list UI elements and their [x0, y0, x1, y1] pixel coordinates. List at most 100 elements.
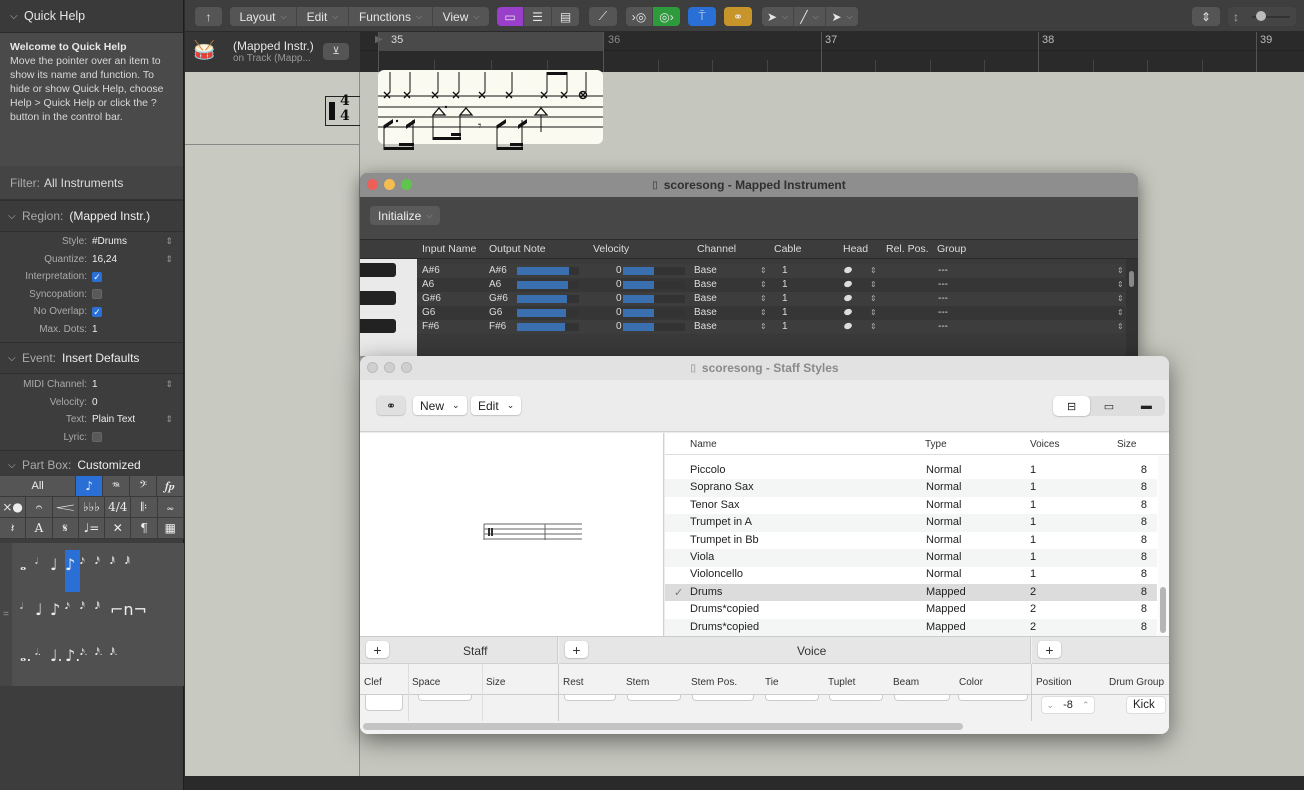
quantize-row[interactable]: Quantize: 16,24 ⇕ — [0, 251, 183, 269]
staff-style-row[interactable]: Trumpet in Bb Normal 1 8 — [665, 532, 1157, 550]
edit-menu[interactable]: Edit ⌄ — [471, 396, 522, 415]
column-header[interactable]: Head — [843, 243, 868, 255]
note-value-button[interactable]: ⌐n¬ — [110, 600, 147, 619]
head-stepper-icon[interactable]: ⇕ — [870, 308, 877, 317]
scroll-thumb[interactable] — [1129, 271, 1134, 287]
bar-ruler[interactable]: ▶ 35 36 37 38 39 — [360, 32, 1304, 72]
minimize-button[interactable] — [384, 179, 395, 190]
automation-button[interactable]: ⟋ — [589, 7, 617, 26]
new-menu[interactable]: New ⌄ — [413, 396, 467, 415]
position-stepper[interactable]: ⌄ -8 ⌃ — [1041, 696, 1095, 714]
column-header[interactable]: Type — [925, 439, 947, 450]
channel-stepper-icon[interactable]: ⇕ — [760, 322, 767, 331]
stem-popup[interactable] — [627, 695, 681, 701]
part-box-time-signature-icon[interactable]: 4/4 — [105, 497, 132, 518]
text-row[interactable]: Text: Plain Text ⇕ — [0, 411, 183, 429]
column-header[interactable]: Voices — [1030, 439, 1059, 450]
region-section-header[interactable]: ⌵ Region: (Mapped Instr.) — [0, 200, 183, 232]
layout-bottom-button[interactable]: ▬ — [1128, 396, 1165, 416]
black-key[interactable] — [360, 291, 396, 305]
group-stepper-icon[interactable]: ⇕ — [1117, 266, 1124, 275]
part-box-rest-icon[interactable]: 𝄽 — [0, 518, 27, 539]
clef-selector[interactable] — [365, 695, 403, 711]
part-box-all-button[interactable]: All — [0, 476, 77, 497]
note-value-button[interactable]: 𝅘𝅥𝅰 — [95, 557, 100, 567]
channel-stepper-icon[interactable]: ⇕ — [760, 266, 767, 275]
column-header[interactable]: Size — [1117, 439, 1136, 450]
close-button[interactable] — [367, 179, 378, 190]
part-box-resize-handle[interactable]: = — [0, 543, 12, 686]
drum-group-popup[interactable]: Kick — [1126, 696, 1166, 714]
note-value-button[interactable]: ♪. — [65, 646, 80, 665]
window-title-bar[interactable]: ▯ scoresong - Staff Styles — [360, 356, 1169, 380]
part-box-fermata-icon[interactable]: 𝄐 — [26, 497, 53, 518]
note-value-button[interactable]: ♩ — [35, 600, 43, 619]
velocity-bar[interactable] — [623, 309, 685, 317]
edit-menu[interactable]: Edit ⌵ — [297, 7, 349, 26]
event-section-header[interactable]: ⌵ Event: Insert Defaults — [0, 342, 183, 374]
staff-style-row[interactable]: Drums*copied Mapped 2 8 — [665, 618, 1157, 637]
initialize-menu[interactable]: Initialize ⌵ — [370, 206, 441, 225]
zoom-button[interactable] — [401, 362, 412, 373]
scroll-thumb[interactable] — [1160, 587, 1166, 633]
output-note-bar[interactable] — [517, 295, 579, 303]
staff-style-row[interactable]: Trumpet in A Normal 1 8 — [665, 514, 1157, 532]
stepper-icon[interactable]: ⇕ — [165, 379, 173, 390]
stepper-icon[interactable]: ⇕ — [165, 236, 173, 247]
pencil-tool-menu[interactable]: ╱ ⌵ — [794, 7, 826, 26]
minimize-button[interactable] — [384, 362, 395, 373]
part-box-hairpin-icon[interactable]: 𝆒 — [52, 497, 79, 518]
head-stepper-icon[interactable]: ⇕ — [870, 322, 877, 331]
link-button[interactable]: ⚭ — [377, 396, 405, 415]
head-stepper-icon[interactable]: ⇕ — [870, 266, 877, 275]
note-value-button[interactable]: 𝅗𝅥 — [35, 557, 38, 567]
note-value-button[interactable]: 𝅘𝅥𝅱 — [110, 557, 115, 567]
black-key[interactable] — [360, 319, 396, 333]
channel-stepper-icon[interactable]: ⇕ — [760, 280, 767, 289]
interpretation-checkbox[interactable] — [92, 271, 102, 282]
midi-out-button[interactable]: ◎› — [653, 7, 680, 26]
text-value[interactable]: Plain Text — [92, 414, 135, 425]
mapping-row[interactable]: G6 G6 0 Base 1 --- ⇕ ⇕ ⇕ — [417, 306, 1125, 320]
style-row[interactable]: Style: #Drums ⇕ — [0, 233, 183, 251]
staff-style-row[interactable]: ✓ Drums Mapped 2 8 — [665, 583, 1157, 602]
part-box-notes-icon[interactable]: ♪ — [76, 476, 104, 497]
quick-help-header[interactable]: ⌵ Quick Help — [0, 0, 183, 33]
part-box-paragraph-icon[interactable]: ¶ — [131, 518, 158, 539]
close-button[interactable] — [367, 362, 378, 373]
score-region[interactable]: 𝄾 — [378, 70, 603, 150]
stepper-icon[interactable]: ⇕ — [165, 254, 173, 265]
zoom-button[interactable] — [401, 179, 412, 190]
velocity-bar[interactable] — [623, 295, 685, 303]
part-box-pedal-icon[interactable]: 𝆮 — [103, 476, 131, 497]
part-box-clef-icon[interactable]: 𝄢 — [130, 476, 158, 497]
column-header[interactable]: Input Name — [422, 243, 476, 255]
window-title-bar[interactable]: ▯ scoresong - Mapped Instrument — [360, 173, 1138, 197]
velocity-bar[interactable] — [623, 267, 685, 275]
beam-popup[interactable] — [894, 695, 950, 701]
lyric-checkbox[interactable] — [92, 432, 102, 443]
output-note-bar[interactable] — [517, 281, 579, 289]
output-note-bar[interactable] — [517, 309, 579, 317]
download-button[interactable]: ⊻ — [323, 43, 349, 60]
cycle-region[interactable] — [378, 32, 603, 51]
slider-thumb[interactable] — [1256, 11, 1266, 21]
column-header[interactable]: Group — [937, 243, 966, 255]
column-header[interactable]: Rel. Pos. — [886, 243, 929, 255]
piano-keyboard[interactable] — [360, 259, 417, 356]
secondary-tool-menu[interactable]: ➤ ⌵ — [826, 7, 858, 26]
black-key[interactable] — [360, 263, 396, 277]
max-dots-row[interactable]: Max. Dots: 1 — [0, 321, 183, 339]
velocity-bar[interactable] — [623, 281, 685, 289]
group-stepper-icon[interactable]: ⇕ — [1117, 294, 1124, 303]
staff-style-row[interactable]: Drums*copied Mapped 2 8 — [665, 601, 1157, 619]
filter-value[interactable]: All Instruments — [44, 176, 123, 190]
note-value-button[interactable]: 𝅝 — [20, 555, 26, 575]
note-value-button[interactable]: 𝅘𝅥𝅰. — [95, 648, 103, 658]
add-voice-button[interactable]: + — [565, 641, 588, 658]
note-value-button[interactable]: ♪ — [50, 600, 60, 619]
part-box-dynamics-icon[interactable]: 𝆑𝆏 — [157, 476, 184, 497]
staff-style-row[interactable]: Piccolo Normal 1 8 — [665, 462, 1157, 480]
horizontal-scrollbar[interactable] — [363, 723, 963, 730]
part-box-noteheads-icon[interactable]: ×● — [0, 497, 27, 518]
